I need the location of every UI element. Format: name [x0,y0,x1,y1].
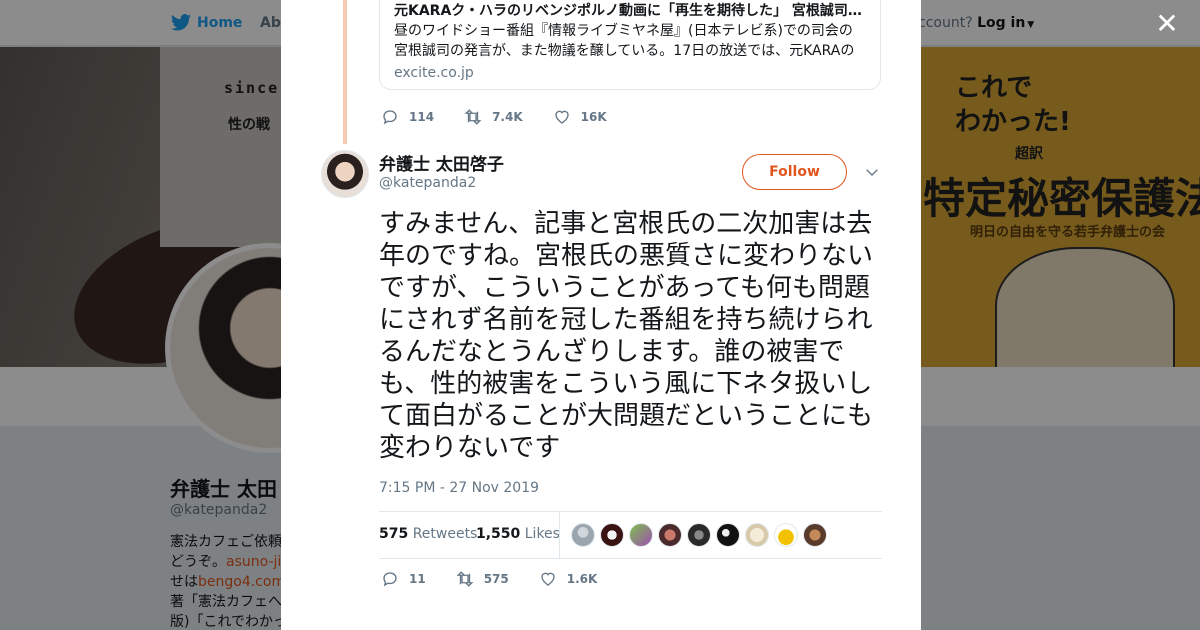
thread-connector-line [343,0,347,144]
liker-avatar[interactable] [658,523,682,547]
liker-avatar[interactable] [629,523,653,547]
like-stat-count: 1,550 [476,526,521,542]
like-count: 1.6K [566,572,598,586]
liker-avatar[interactable] [571,523,595,547]
tweet-actions: 11 575 1.6K [381,570,627,588]
tweet-author-handle[interactable]: @katepanda2 [379,175,476,191]
chevron-down-icon [866,169,878,176]
reply-button[interactable]: 114 [381,108,434,126]
retweet-button[interactable]: 575 [456,570,509,588]
stats-divider [559,512,560,558]
tweet-text: すみません、記事と宮根氏の二次加害は去年のですね。宮根氏の悪質さに変わりないです… [379,209,874,463]
liker-avatar[interactable] [745,523,769,547]
follow-button[interactable]: Follow [742,154,847,190]
like-button[interactable]: 16K [553,108,607,126]
like-stat-label: Likes [524,526,560,542]
liker-avatar[interactable] [774,523,798,547]
tweet-stats: 575 Retweets 1,550 Likes [379,511,882,559]
tweet-author-name[interactable]: 弁護士 太田啓子 [379,150,504,175]
retweet-count: 575 [483,572,509,586]
reply-count: 114 [409,110,435,124]
like-button[interactable]: 1.6K [539,570,598,588]
heart-icon [554,110,569,124]
liker-avatar[interactable] [687,523,711,547]
reply-count: 11 [409,572,426,586]
like-count: 16K [580,110,607,124]
liker-avatar[interactable] [600,523,624,547]
card-domain: excite.co.jp [394,65,474,81]
liker-avatar[interactable] [803,523,827,547]
heart-icon [541,572,555,586]
retweet-icon [464,109,482,125]
card-title: 元KARAク・ハラのリベンジポルノ動画に「再生を期待した」 宮根誠司… [394,3,862,19]
reply-icon [383,110,397,125]
card-description: 昼のワイドショー番組『情報ライブミヤネ屋』(日本テレビ系)での司会の宮根誠司の発… [394,23,855,59]
reply-button[interactable]: 11 [381,570,426,588]
retweet-stat-count: 575 [379,526,409,542]
tweet-timestamp[interactable]: 7:15 PM - 27 Nov 2019 [379,480,539,496]
more-options-button[interactable] [863,163,881,181]
retweet-stat[interactable]: 575 Retweets [379,526,477,542]
retweet-button[interactable]: 7.4K [464,108,523,126]
liker-avatar[interactable] [716,523,740,547]
link-preview-card[interactable]: 元KARAク・ハラのリベンジポルノ動画に「再生を期待した」 宮根誠司… 昼のワイ… [379,0,881,90]
tweet-modal: 元KARAク・ハラのリベンジポルノ動画に「再生を期待した」 宮根誠司… 昼のワイ… [281,0,921,630]
prev-tweet-actions: 114 7.4K 16K [381,108,637,126]
liker-avatars [571,523,832,547]
tweet-author-avatar[interactable] [321,150,369,198]
retweet-count: 7.4K [492,110,523,124]
close-icon[interactable]: ✕ [1152,9,1182,39]
reply-icon [383,572,397,587]
like-stat[interactable]: 1,550 Likes [476,526,560,542]
retweet-icon [456,571,474,587]
retweet-stat-label: Retweets [412,526,478,542]
